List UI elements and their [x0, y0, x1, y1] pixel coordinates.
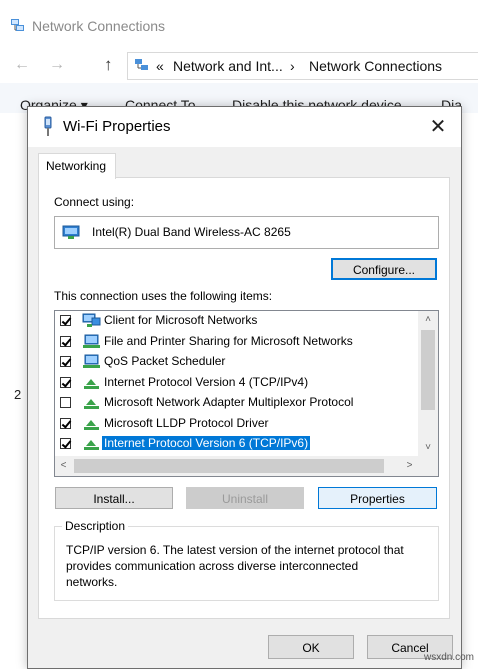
- vertical-scrollbar[interactable]: ˄ ˅: [418, 311, 438, 456]
- item-checkbox[interactable]: [60, 438, 71, 449]
- list-item[interactable]: Internet Protocol Version 4 (TCP/IPv4): [55, 373, 418, 393]
- breadcrumb-network-connections[interactable]: Network Connections: [309, 58, 442, 74]
- protocol-icon: [82, 436, 101, 452]
- item-label: File and Printer Sharing for Microsoft N…: [104, 333, 353, 348]
- description-text: TCP/IP version 6. The latest version of …: [66, 543, 404, 589]
- list-item[interactable]: Microsoft Network Adapter Multiplexor Pr…: [55, 393, 418, 413]
- components-listbox[interactable]: Client for Microsoft Networks File and Pr…: [54, 310, 439, 477]
- explorer-left-strip: 2: [0, 113, 27, 667]
- up-arrow-icon[interactable]: ↑: [104, 55, 113, 75]
- network-connections-icon: [11, 19, 24, 31]
- adapter-field: Intel(R) Dual Band Wireless-AC 8265: [54, 216, 439, 249]
- address-bar[interactable]: « Network and Int... › Network Connectio…: [127, 52, 478, 80]
- address-overflow-chevrons[interactable]: «: [156, 58, 164, 74]
- description-legend: Description: [62, 519, 129, 533]
- item-checkbox[interactable]: [60, 417, 71, 429]
- protocol-icon: [82, 375, 101, 391]
- tab-networking[interactable]: Networking: [38, 153, 116, 179]
- item-label: QoS Packet Scheduler: [104, 354, 226, 368]
- list-item[interactable]: Internet Protocol Version 6 (TCP/IPv6): [55, 434, 418, 454]
- item-checkbox[interactable]: [60, 335, 71, 347]
- scroll-right-icon[interactable]: ˃: [401, 456, 418, 476]
- explorer-nav-bar: ← → ↑ « Network and Int... › Network Con…: [0, 50, 478, 82]
- wifi-properties-dialog: Wi-Fi Properties ✕ Networking Connect us…: [27, 106, 462, 669]
- dialog-title-bar: Wi-Fi Properties ✕: [28, 107, 461, 147]
- vertical-scroll-thumb[interactable]: [421, 330, 435, 410]
- description-group: Description TCP/IP version 6. The latest…: [54, 519, 439, 601]
- tab-networking-label: Networking: [46, 159, 107, 173]
- back-arrow-icon[interactable]: ←: [14, 56, 30, 74]
- item-checkbox[interactable]: [60, 397, 71, 408]
- service-icon: [82, 334, 101, 350]
- list-item[interactable]: File and Printer Sharing for Microsoft N…: [55, 332, 418, 352]
- network-folder-icon: [135, 59, 148, 70]
- watermark: wsxdn.com: [423, 652, 474, 663]
- item-label: Microsoft Network Adapter Multiplexor Pr…: [104, 395, 354, 409]
- item-label: Internet Protocol Version 6 (TCP/IPv6): [102, 436, 311, 450]
- connect-using-label: Connect using:: [54, 195, 135, 209]
- properties-button[interactable]: Properties: [318, 487, 437, 509]
- networking-panel: Connect using: Intel(R) Dual Band Wirele…: [38, 177, 450, 619]
- scroll-left-icon[interactable]: ˂: [55, 456, 72, 476]
- forward-arrow-icon[interactable]: →: [49, 56, 65, 74]
- breadcrumb-network-and-internet[interactable]: Network and Int...: [173, 58, 283, 74]
- client-icon: [82, 313, 101, 329]
- horizontal-scrollbar[interactable]: ˂ ˃: [55, 456, 418, 476]
- wifi-adapter-icon: [44, 116, 52, 136]
- close-icon[interactable]: ✕: [425, 115, 451, 139]
- adapter-name: Intel(R) Dual Band Wireless-AC 8265: [92, 225, 291, 239]
- explorer-window-title: Network Connections: [32, 18, 166, 34]
- list-item[interactable]: Microsoft LLDP Protocol Driver: [55, 414, 418, 434]
- item-checkbox[interactable]: [60, 356, 71, 367]
- breadcrumb-separator: ›: [290, 58, 295, 74]
- ok-button[interactable]: OK: [268, 635, 354, 659]
- components-list: Client for Microsoft Networks File and Pr…: [55, 311, 418, 456]
- service-icon: [82, 354, 101, 370]
- list-item[interactable]: QoS Packet Scheduler: [55, 352, 418, 372]
- item-label: Microsoft LLDP Protocol Driver: [104, 415, 269, 430]
- uninstall-button[interactable]: Uninstall: [186, 487, 304, 509]
- scroll-down-icon[interactable]: ˅: [418, 439, 438, 456]
- item-label: Internet Protocol Version 4 (TCP/IPv4): [104, 374, 309, 389]
- protocol-icon: [82, 395, 101, 411]
- scrollbar-corner: [418, 456, 438, 476]
- horizontal-scroll-thumb[interactable]: [74, 459, 384, 473]
- item-count: 2: [14, 387, 22, 402]
- network-adapter-icon: [62, 225, 80, 239]
- items-list-label: This connection uses the following items…: [54, 289, 273, 303]
- protocol-icon: [82, 416, 101, 432]
- configure-button[interactable]: Configure...: [331, 258, 437, 280]
- item-checkbox[interactable]: [60, 315, 71, 326]
- item-label: Client for Microsoft Networks: [104, 313, 258, 327]
- item-checkbox[interactable]: [60, 376, 71, 388]
- explorer-title-bar: Network Connections: [0, 0, 478, 50]
- list-item[interactable]: Client for Microsoft Networks: [55, 311, 418, 331]
- scroll-up-icon[interactable]: ˄: [418, 311, 438, 328]
- install-button[interactable]: Install...: [55, 487, 173, 509]
- dialog-title: Wi-Fi Properties: [63, 118, 171, 135]
